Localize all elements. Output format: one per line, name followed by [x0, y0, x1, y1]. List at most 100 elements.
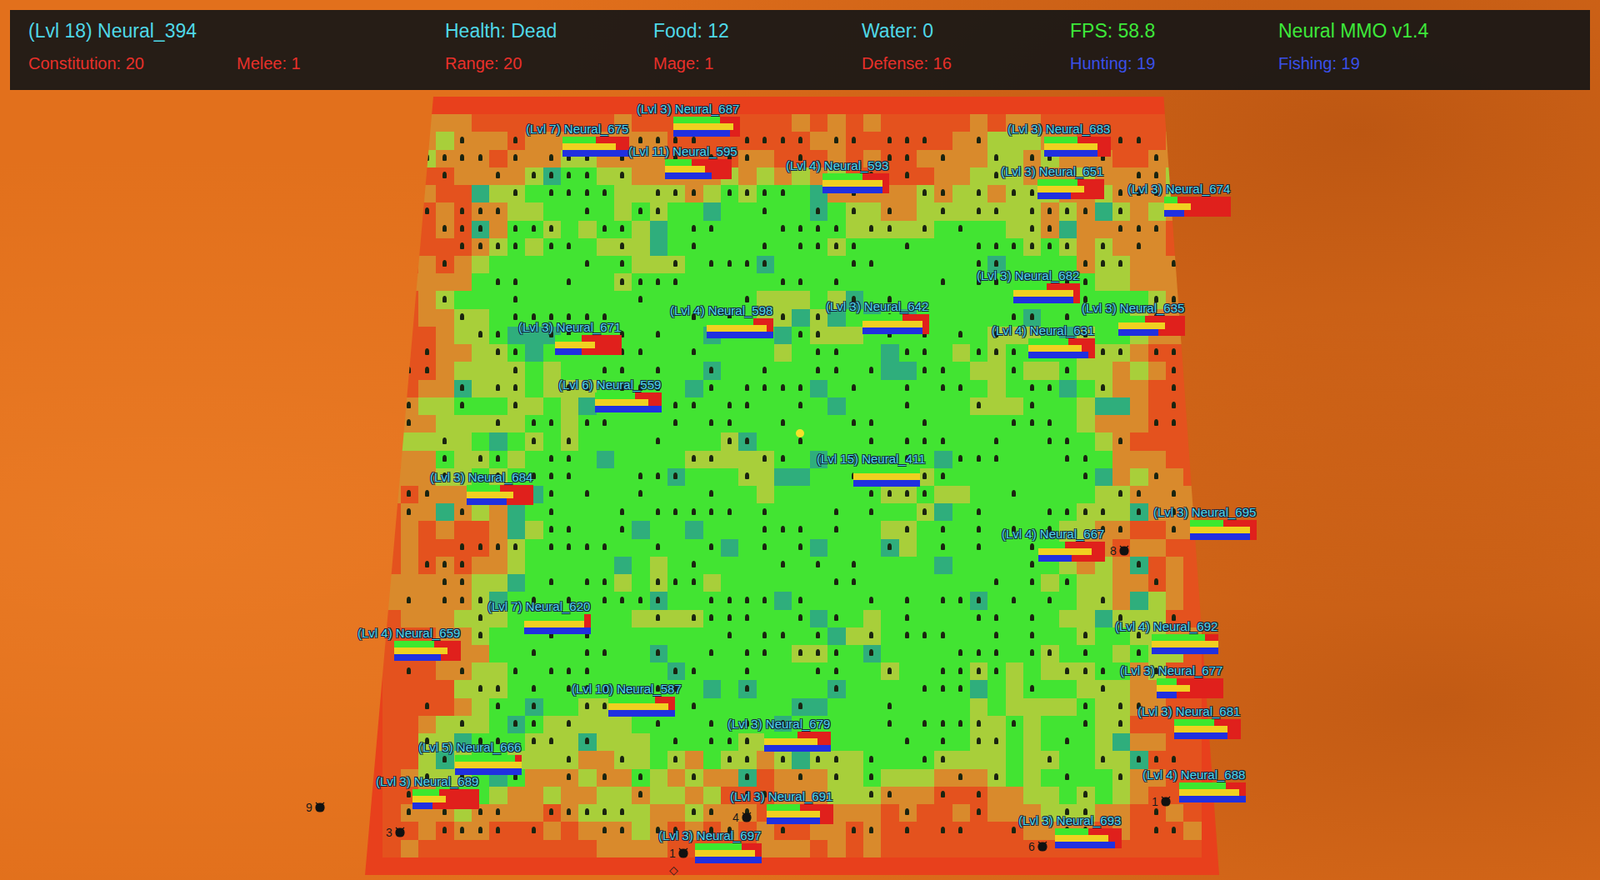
map-tile	[970, 786, 988, 805]
map-tile	[454, 415, 472, 433]
map-tile	[667, 273, 685, 291]
map-tile	[1201, 804, 1220, 822]
map-tile	[578, 220, 596, 239]
map-tile	[650, 450, 668, 469]
map-tile	[685, 468, 703, 486]
map-tile	[720, 415, 739, 433]
map-tile	[1040, 220, 1059, 239]
map-tile	[382, 468, 400, 486]
map-tile	[970, 380, 988, 398]
map-tile	[418, 680, 436, 698]
map-tile	[1095, 698, 1113, 716]
map-tile	[454, 574, 472, 592]
map-tile	[525, 750, 543, 769]
map-tile	[578, 485, 596, 504]
map-tile	[614, 610, 632, 628]
map-tile	[1201, 273, 1220, 291]
map-tile	[810, 503, 828, 521]
map-tile	[703, 574, 721, 592]
map-tile	[400, 114, 419, 132]
map-tile	[720, 202, 739, 220]
map-tile	[1183, 539, 1201, 557]
map-tile	[934, 380, 952, 398]
map-tile	[916, 750, 935, 769]
map-tile	[738, 167, 756, 185]
map-tile	[650, 786, 668, 805]
map-tile	[1005, 361, 1024, 380]
map-tile	[418, 503, 436, 521]
map-tile	[845, 326, 864, 345]
map-tile	[650, 238, 668, 256]
map-tile	[650, 556, 668, 575]
map-tile	[667, 238, 685, 256]
map-tile	[703, 733, 721, 751]
map-tile	[880, 96, 899, 115]
map-tile	[1023, 645, 1041, 663]
map-tile	[471, 539, 490, 557]
map-tile	[774, 114, 792, 132]
map-tile	[1095, 574, 1113, 592]
map-tile	[916, 238, 935, 256]
map-tile	[418, 255, 436, 274]
map-tile	[703, 804, 721, 822]
map-tile	[880, 662, 899, 680]
map-tile	[703, 344, 721, 362]
map-tile	[845, 380, 864, 398]
map-tile	[1076, 468, 1095, 486]
map-tile	[1023, 574, 1041, 592]
map-tile	[1095, 380, 1113, 398]
map-tile	[418, 150, 436, 168]
map-tile	[596, 591, 615, 610]
map-tile	[650, 290, 668, 309]
map-tile	[631, 238, 650, 256]
map-tile	[899, 131, 917, 150]
map-tile	[1148, 114, 1166, 132]
map-tile	[667, 715, 685, 734]
map-tile	[720, 220, 739, 239]
map-tile	[489, 520, 507, 539]
map-tile	[863, 680, 881, 698]
map-tile	[756, 503, 775, 521]
map-tile	[525, 255, 543, 274]
map-tile	[685, 574, 703, 592]
map-tile	[365, 450, 383, 469]
map-tile	[1005, 769, 1024, 787]
map-tile	[934, 520, 952, 539]
map-tile	[1148, 539, 1166, 557]
map-tile	[365, 185, 383, 203]
map-tile	[1095, 344, 1113, 362]
map-tile	[525, 432, 543, 450]
map-tile	[1040, 202, 1059, 220]
map-tile	[1076, 627, 1095, 645]
map-tile	[1183, 131, 1201, 150]
map-tile	[1076, 645, 1095, 663]
map-tile	[1005, 432, 1024, 450]
map-tile	[1095, 397, 1113, 415]
map-tile	[507, 220, 525, 239]
map-tile	[1040, 662, 1059, 680]
map-tile	[525, 361, 543, 380]
map-tile	[614, 432, 632, 450]
map-tile	[1040, 680, 1059, 698]
map-tile	[382, 698, 400, 716]
map-tile	[899, 273, 917, 291]
map-tile	[631, 344, 650, 362]
map-tile	[1112, 255, 1130, 274]
map-tile	[596, 185, 615, 203]
map-tile	[631, 750, 650, 769]
map-tile	[435, 574, 454, 592]
map-tile	[667, 556, 685, 575]
map-tile	[791, 220, 810, 239]
map-tile	[596, 645, 615, 663]
map-tile	[631, 574, 650, 592]
map-tile	[952, 273, 970, 291]
map-tile	[614, 468, 632, 486]
map-tile	[454, 273, 472, 291]
map-tile	[952, 238, 970, 256]
map-tile	[614, 574, 632, 592]
map-tile	[489, 415, 507, 433]
map-tile	[934, 150, 952, 168]
map-tile	[418, 450, 436, 469]
map-tile	[1165, 804, 1184, 822]
map-tile	[1112, 556, 1130, 575]
